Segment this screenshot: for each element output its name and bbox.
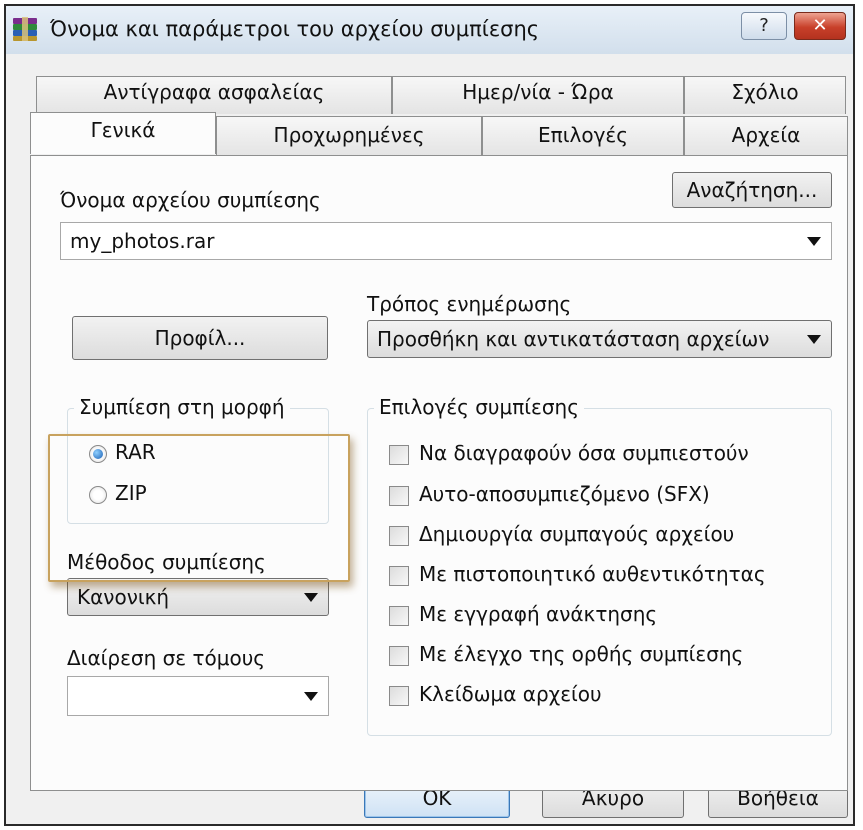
checkbox-solid[interactable] xyxy=(389,526,409,546)
compression-method-value: Κανονική xyxy=(77,585,170,609)
dialog-client-area: Αντίγραφα ασφαλείας Ημερ/νία - Ώρα Σχόλι… xyxy=(6,54,853,824)
update-mode-label: Τρόπος ενημέρωσης xyxy=(367,292,572,316)
tab-options[interactable]: Επιλογές xyxy=(482,116,684,156)
winrar-books-icon xyxy=(13,17,37,41)
window-title: Όνομα και παράμετροι του αρχείου συμπίεσ… xyxy=(50,17,540,41)
close-button[interactable]: ✕ xyxy=(794,12,846,40)
chevron-down-icon xyxy=(304,692,318,701)
archive-format-legend: Συμπίεση στη μορφή xyxy=(74,395,290,419)
checkbox-solid-label[interactable]: Δημιουργία συμπαγούς αρχείου xyxy=(419,522,734,546)
checkbox-authenticity[interactable] xyxy=(389,566,409,586)
tab-comment[interactable]: Σχόλιο xyxy=(684,76,846,114)
chevron-down-icon xyxy=(807,237,821,246)
tab-advanced[interactable]: Προχωρημένες xyxy=(216,116,482,156)
archive-name-combo[interactable]: my_photos.rar xyxy=(60,222,832,260)
archive-name-label: Όνομα αρχείου συμπίεσης xyxy=(60,188,321,212)
checkbox-test-files[interactable] xyxy=(389,646,409,666)
title-help-button[interactable]: ? xyxy=(741,12,787,40)
checkbox-delete-files-label[interactable]: Να διαγραφούν όσα συμπιεστούν xyxy=(419,441,749,465)
archive-name-value: my_photos.rar xyxy=(70,229,215,253)
checkbox-recovery-record[interactable] xyxy=(389,606,409,626)
tab-files[interactable]: Αρχεία xyxy=(684,116,848,156)
tab-backup[interactable]: Αντίγραφα ασφαλείας xyxy=(36,76,392,114)
checkbox-sfx[interactable] xyxy=(389,486,409,506)
checkbox-recovery-record-label[interactable]: Με εγγραφή ανάκτησης xyxy=(419,602,657,626)
checkbox-authenticity-label[interactable]: Με πιστοποιητικό αυθεντικότητας xyxy=(419,562,766,586)
checkbox-sfx-label[interactable]: Αυτο-αποσυμπιεζόμενο (SFX) xyxy=(419,482,710,506)
update-mode-select[interactable]: Προσθήκη και αντικατάσταση αρχείων xyxy=(367,320,832,358)
checkbox-lock-archive-label[interactable]: Κλείδωμα αρχείου xyxy=(419,682,602,706)
update-mode-value: Προσθήκη και αντικατάσταση αρχείων xyxy=(377,327,770,351)
compression-options-legend: Επιλογές συμπίεσης xyxy=(374,395,584,419)
compression-method-select[interactable]: Κανονική xyxy=(67,578,329,616)
dialog-window: Όνομα και παράμετροι του αρχείου συμπίεσ… xyxy=(4,4,855,826)
split-volumes-label: Διαίρεση σε τόμους xyxy=(67,646,266,670)
browse-button[interactable]: Αναζήτηση... xyxy=(672,172,832,208)
tab-general[interactable]: Γενικά xyxy=(30,112,216,154)
format-group-highlight xyxy=(48,434,350,582)
profiles-button[interactable]: Προφίλ... xyxy=(72,316,328,360)
checkbox-lock-archive[interactable] xyxy=(389,686,409,706)
checkbox-test-files-label[interactable]: Με έλεγχο της ορθής συμπίεσης xyxy=(419,642,743,666)
chevron-down-icon xyxy=(807,335,821,344)
title-bar[interactable]: Όνομα και παράμετροι του αρχείου συμπίεσ… xyxy=(6,6,853,55)
tab-datetime[interactable]: Ημερ/νία - Ώρα xyxy=(392,76,684,114)
chevron-down-icon xyxy=(304,593,318,602)
split-volumes-combo[interactable] xyxy=(67,676,329,716)
checkbox-delete-files[interactable] xyxy=(389,445,409,465)
